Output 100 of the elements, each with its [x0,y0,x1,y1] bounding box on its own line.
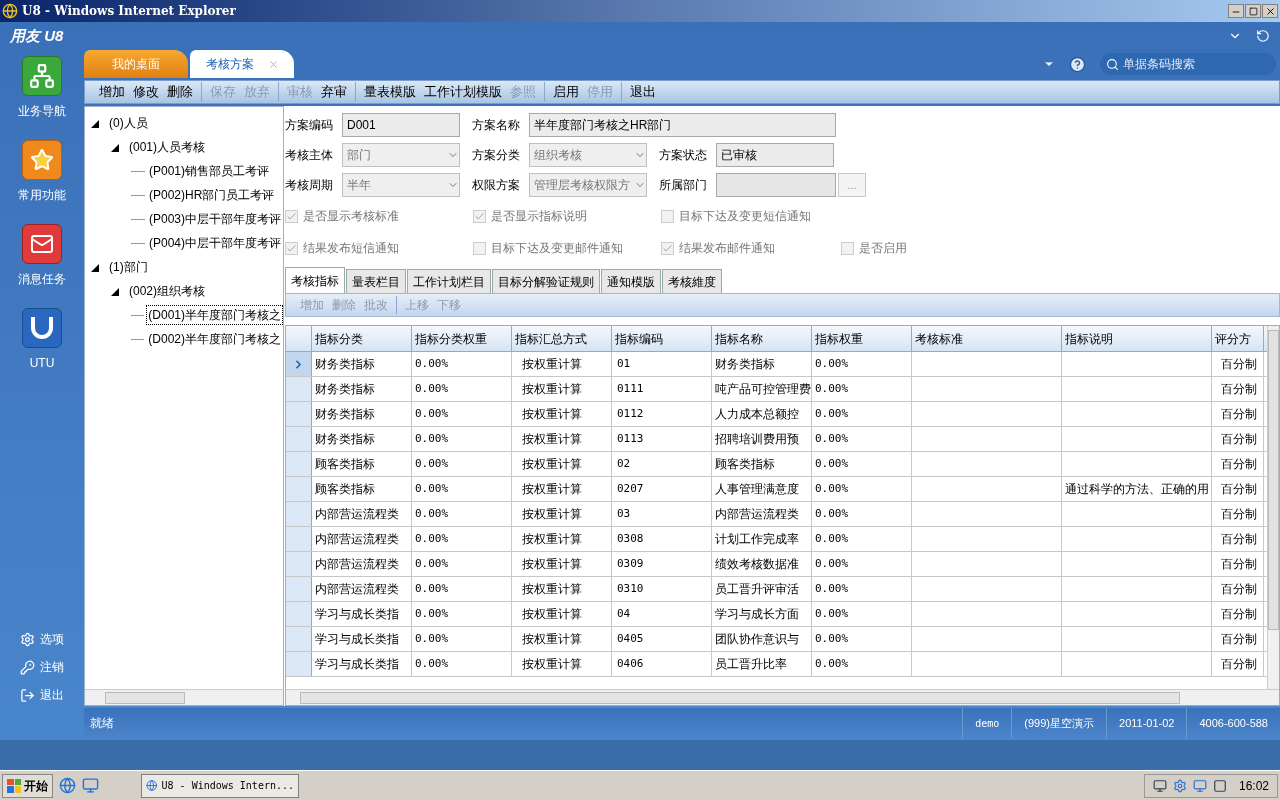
tree-icon[interactable] [22,56,62,96]
tree-item[interactable]: (P004)中层干部年度考评 [146,233,283,253]
tree-item[interactable]: (P001)销售部员工考评 [147,161,272,181]
toolbar-button[interactable]: 弃审 [317,82,351,102]
taskbar-button[interactable]: U8 - Windows Intern... [141,773,299,798]
table-cell: 0406 [612,652,712,676]
tree-item[interactable]: (0)人员 [107,113,150,133]
nav-link[interactable]: 注销 [40,658,64,676]
tree-item[interactable]: (D001)半年度部门考核之 [146,305,283,325]
horizontal-scrollbar[interactable] [286,689,1279,705]
tab[interactable]: 考核維度 [662,269,722,293]
column-header[interactable]: 指标分类权重 [412,326,512,351]
row-header[interactable] [286,577,312,601]
toolbar-button[interactable]: 退出 [626,82,660,102]
expanded-toggle-icon[interactable] [91,118,101,128]
checkbox[interactable] [661,241,674,255]
column-header[interactable]: 指标分类 [312,326,412,351]
select-field[interactable]: 半年 [342,173,460,197]
select-field[interactable]: 组织考核 [529,143,647,167]
tree-item[interactable]: (D002)半年度部门考核之 [146,329,283,349]
checkbox[interactable] [661,209,674,223]
nav-label[interactable]: 消息任务 [18,270,66,288]
tab[interactable]: 量表栏目 [346,269,406,293]
row-header[interactable] [286,402,312,426]
checkbox-label: 目标下达及变更短信通知 [679,208,811,225]
row-header[interactable] [286,627,312,651]
field-label: 方案名称 [472,117,521,134]
desktop-icon[interactable] [82,777,99,794]
row-header[interactable] [286,477,312,501]
display-icon[interactable] [1192,778,1207,793]
checkbox[interactable] [285,241,298,255]
expanded-toggle-icon[interactable] [111,142,121,152]
close-button[interactable] [1262,4,1278,18]
column-header[interactable]: 考核标准 [912,326,1062,351]
column-header[interactable]: 指标名称 [712,326,812,351]
utu-icon[interactable] [22,308,62,348]
current-row-marker[interactable] [286,352,312,376]
nav-link[interactable]: 选项 [40,630,64,648]
checkbox-label: 结果发布短信通知 [303,240,399,257]
toolbar-button[interactable]: 工作计划模版 [420,82,506,102]
start-button[interactable]: 开始 [2,773,53,798]
column-header[interactable]: 指标编码 [612,326,712,351]
tree-item[interactable]: (P002)HR部门员工考评 [147,185,277,205]
tree-item[interactable]: (1)部门 [107,257,150,277]
nav-label[interactable]: UTU [29,354,55,372]
row-header[interactable] [286,377,312,401]
text-field[interactable]: D001 [342,113,460,137]
expanded-toggle-icon[interactable] [111,286,121,296]
row-header[interactable] [286,552,312,576]
text-field[interactable]: 已审核 [716,143,834,167]
nav-label[interactable]: 常用功能 [18,186,66,204]
tree-item[interactable]: (001)人员考核 [127,137,207,157]
nav-label[interactable]: 业务导航 [18,102,66,120]
nav-link[interactable]: 退出 [40,686,64,704]
help-icon[interactable] [1069,55,1086,73]
row-header[interactable] [286,527,312,551]
field-label: 所属部门 [659,177,708,194]
column-header[interactable]: 指标权重 [812,326,912,351]
tab[interactable]: 通知模版 [601,269,661,293]
text-field[interactable]: 半年度部门考核之HR部门 [529,113,836,137]
browser-icon[interactable] [59,777,76,794]
vertical-scrollbar[interactable] [1267,326,1279,689]
row-header[interactable] [286,502,312,526]
tab[interactable]: 目标分解验证规则 [492,269,600,293]
toolbar-button[interactable]: 量表模版 [360,82,420,102]
toolbar-button[interactable]: 增加 [95,82,129,102]
minimize-button[interactable] [1228,4,1244,18]
field-label: 权限方案 [472,177,521,194]
windows-logo-icon [7,778,21,793]
checkbox[interactable] [473,209,486,223]
maximize-button[interactable] [1245,4,1261,18]
horizontal-scrollbar[interactable] [85,689,283,705]
checkbox[interactable] [473,241,486,255]
tab[interactable]: 考核指标 [285,267,345,293]
refresh-icon[interactable] [1256,29,1270,43]
select-field[interactable]: 管理层考核权限方 [529,173,647,197]
search-field[interactable]: 单据条码搜索 [1100,53,1276,75]
mail-icon[interactable] [22,224,62,264]
tree-item[interactable]: (002)组织考核 [127,281,207,301]
settings-icon[interactable] [1172,778,1187,793]
expanded-toggle-icon[interactable] [91,262,101,272]
row-header[interactable] [286,427,312,451]
table-cell: 吨产品可控管理费 [712,377,812,401]
column-header[interactable]: 指标汇总方式 [512,326,612,351]
checkbox[interactable] [285,209,298,223]
lookup-field[interactable] [716,173,836,197]
row-header[interactable] [286,602,312,626]
toolbar-button[interactable]: 修改 [129,82,163,102]
close-icon[interactable] [267,58,279,70]
tab[interactable]: 考核方案 [190,50,294,78]
column-header[interactable]: 指标说明 [1062,326,1212,351]
tab[interactable]: 工作计划栏目 [407,269,491,293]
row-header[interactable] [286,652,312,676]
row-header[interactable] [286,452,312,476]
select-field[interactable]: 部门 [342,143,460,167]
toolbar-button[interactable]: 启用 [549,82,583,102]
tree-item[interactable]: (P003)中层干部年度考评 [146,209,283,229]
checkbox[interactable] [841,241,854,255]
toolbar-button[interactable]: 删除 [163,82,197,102]
column-header[interactable]: 评分方 [1212,326,1264,351]
